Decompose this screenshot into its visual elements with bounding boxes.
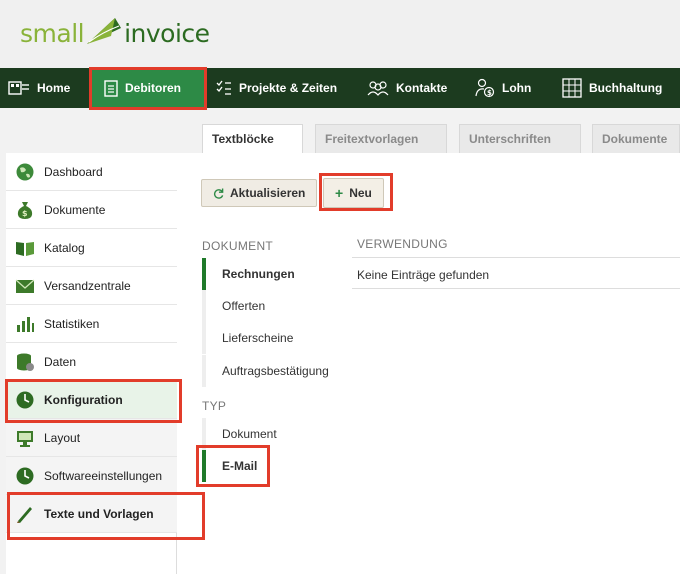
envelope-icon — [15, 279, 35, 293]
main-navigation: Home Debitoren Projekte & Zeiten Kontakt… — [0, 68, 680, 108]
envelope-logo-icon — [87, 18, 122, 44]
column-header-verwendung: VERWENDUNG — [357, 237, 448, 251]
tab-textbloecke[interactable]: Textblöcke — [202, 124, 303, 155]
document-icon — [104, 79, 118, 97]
clock-icon — [16, 467, 34, 484]
plus-icon: + — [335, 185, 344, 201]
checklist-icon — [216, 80, 231, 95]
filter-dokument[interactable]: Dokument — [202, 418, 342, 450]
sidebar-item-dokumente[interactable]: $ Dokumente — [6, 191, 177, 229]
empty-table-message: Keine Einträge gefunden — [357, 268, 490, 282]
nav-kontakte[interactable]: Kontakte — [367, 68, 447, 108]
sidebar-item-dashboard[interactable]: Dashboard — [6, 153, 177, 191]
tab-dokumente[interactable]: Dokumente — [592, 124, 680, 154]
nav-lohn[interactable]: $ Lohn — [475, 68, 531, 108]
ledger-icon — [562, 78, 582, 98]
tab-unterschriften[interactable]: Unterschriften — [459, 124, 581, 154]
sidebar-item-katalog[interactable]: Katalog — [6, 229, 177, 267]
sidebar: Dashboard $ Dokumente Katalog Versandzen… — [6, 153, 197, 574]
sidebar-item-texte-und-vorlagen[interactable]: Texte und Vorlagen — [6, 495, 190, 533]
nav-buchhaltung[interactable]: Buchhaltung — [562, 68, 662, 108]
home-icon — [8, 81, 29, 95]
new-button[interactable]: + Neu — [323, 178, 384, 208]
filter-offerten[interactable]: Offerten — [202, 290, 342, 322]
clock-icon — [16, 391, 34, 408]
sidebar-item-statistiken[interactable]: Statistiken — [6, 305, 177, 343]
money-bag-icon: $ — [17, 201, 33, 219]
sidebar-item-softwareeinstellungen[interactable]: Softwareeinstellungen — [6, 457, 177, 495]
refresh-button[interactable]: Aktualisieren — [201, 179, 318, 207]
refresh-icon — [213, 187, 224, 199]
filter-auftragsbestaetigung[interactable]: Auftragsbestätigung — [202, 355, 342, 387]
svg-text:$: $ — [487, 89, 492, 97]
nav-debitoren[interactable]: Debitoren — [92, 68, 204, 108]
dokument-heading: DOKUMENT — [202, 239, 274, 253]
sidebar-item-konfiguration[interactable]: Konfiguration — [6, 381, 177, 419]
nav-projekte-zeiten[interactable]: Projekte & Zeiten — [216, 68, 337, 108]
sidebar-item-daten[interactable]: Daten — [6, 343, 177, 381]
table-divider — [352, 257, 680, 258]
sidebar-item-versandzentrale[interactable]: Versandzentrale — [6, 267, 177, 305]
filter-rechnungen[interactable]: Rechnungen — [202, 258, 342, 290]
app-header: small invoice — [0, 0, 680, 68]
filter-lieferscheine[interactable]: Lieferscheine — [202, 322, 342, 354]
small-invoice-logo[interactable]: small invoice — [20, 14, 210, 54]
table-divider — [352, 288, 680, 289]
typ-heading: TYP — [202, 399, 227, 413]
tab-freitextvorlagen[interactable]: Freitextvorlagen — [315, 124, 447, 154]
filter-e-mail[interactable]: E-Mail — [202, 450, 342, 482]
bar-chart-icon — [17, 316, 34, 332]
globe-icon — [16, 163, 34, 180]
nav-home[interactable]: Home — [8, 68, 70, 108]
svg-text:$: $ — [22, 209, 28, 218]
sidebar-item-layout[interactable]: Layout — [6, 419, 177, 457]
database-icon — [17, 353, 34, 371]
contacts-icon — [367, 81, 389, 96]
monitor-icon — [17, 430, 33, 447]
book-icon — [16, 241, 34, 256]
pen-icon — [17, 506, 32, 523]
salary-icon: $ — [475, 78, 495, 98]
